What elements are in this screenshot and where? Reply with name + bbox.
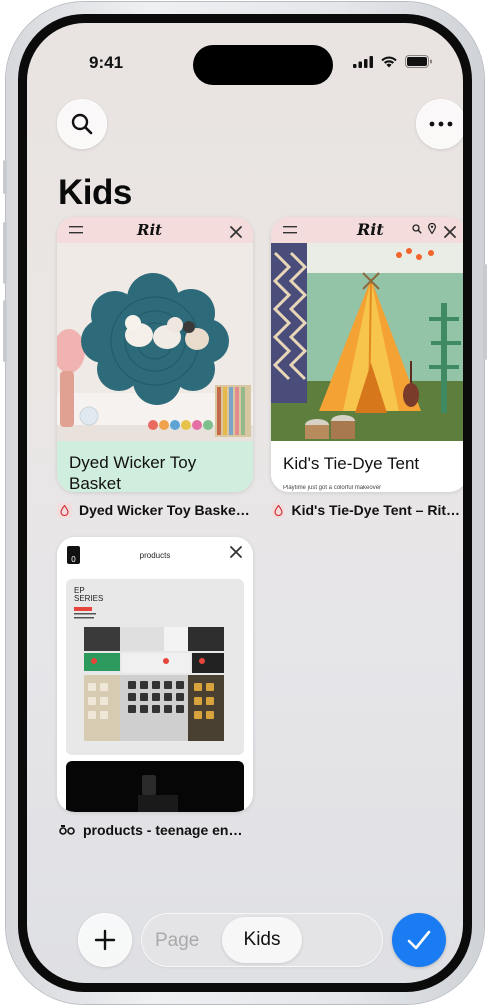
site-logo: Rit <box>357 220 384 239</box>
cellular-signal-icon <box>353 55 373 68</box>
tab-card-products[interactable]: 0 products EP SERIES <box>57 537 253 812</box>
action-button <box>3 160 7 194</box>
location-pin-icon <box>428 223 436 234</box>
screen: 9:41 Kids Rit Dyed Wicker Toy Basket Dye… <box>27 23 463 983</box>
search-button[interactable] <box>57 99 107 149</box>
product-dark-panel <box>66 761 244 812</box>
segment-kids-selected[interactable]: Kids <box>222 917 302 963</box>
tab-card-tie-dye-tent[interactable]: Rit Kid's Tie-Dye Tent Playtime just got… <box>271 217 463 492</box>
tie-dye-tent-photo <box>271 243 463 441</box>
status-icons <box>353 55 433 68</box>
wicker-basket-photo <box>57 243 253 441</box>
rit-drop-icon <box>272 502 285 518</box>
done-button[interactable] <box>392 913 446 967</box>
status-time: 9:41 <box>89 53 124 72</box>
page-heading: Dyed Wicker Toy Basket <box>69 453 197 492</box>
tab-caption: Kid's Tie-Dye Tent – Rit… <box>272 502 460 518</box>
tab-caption: Dyed Wicker Toy Baske… <box>57 502 257 518</box>
search-icon <box>71 113 93 135</box>
tab-group-title: Kids <box>58 173 132 212</box>
hamburger-menu-icon <box>69 226 83 234</box>
volume-down-button <box>3 300 7 362</box>
more-options-button[interactable] <box>416 99 463 149</box>
tab-caption-text: products - teenage en… <box>83 822 243 838</box>
close-tab-button[interactable] <box>441 223 459 241</box>
page-heading-panel: Dyed Wicker Toy Basket <box>57 441 253 492</box>
close-icon <box>444 226 456 238</box>
segment-page[interactable]: Page <box>155 930 199 952</box>
bezel: 9:41 Kids Rit Dyed Wicker Toy Basket Dye… <box>18 14 472 992</box>
tab-caption-text: Kid's Tie-Dye Tent – Rit… <box>291 502 460 518</box>
hamburger-menu-icon <box>283 226 297 234</box>
close-tab-button[interactable] <box>227 543 245 561</box>
search-icon <box>412 224 422 234</box>
segmented-control: Page Kids <box>141 913 383 967</box>
page-heading-panel: Kid's Tie-Dye Tent Playtime just got a c… <box>271 441 463 492</box>
product-hero: EP SERIES <box>66 579 244 755</box>
page-heading: Kid's Tie-Dye Tent <box>283 454 420 473</box>
synth-product-photo <box>74 607 224 741</box>
phone-frame: 9:41 Kids Rit Dyed Wicker Toy Basket Dye… <box>3 2 487 1004</box>
ellipsis-icon <box>429 121 453 127</box>
tab-card-wicker-basket[interactable]: Rit Dyed Wicker Toy Basket <box>57 217 253 492</box>
power-button <box>483 264 487 360</box>
tab-caption: products - teenage en… <box>59 822 259 838</box>
battery-icon <box>405 55 432 68</box>
tab-caption-text: Dyed Wicker Toy Baske… <box>79 502 250 518</box>
close-icon <box>230 546 242 558</box>
teenage-engineering-icon <box>59 823 76 838</box>
checkmark-icon <box>407 930 431 950</box>
bottom-toolbar: Page Kids <box>27 903 463 967</box>
page-title: products <box>139 551 171 560</box>
dynamic-island <box>193 45 333 85</box>
close-tab-button[interactable] <box>227 223 245 241</box>
volume-up-button <box>3 222 7 284</box>
new-tab-button[interactable] <box>78 913 132 967</box>
wifi-icon <box>381 56 397 68</box>
plus-icon <box>94 929 116 951</box>
rit-drop-icon <box>57 502 72 518</box>
page-snippet: Playtime just got a colorful makeover <box>283 485 382 491</box>
site-logo: Rit <box>137 221 163 239</box>
close-icon <box>230 226 242 238</box>
